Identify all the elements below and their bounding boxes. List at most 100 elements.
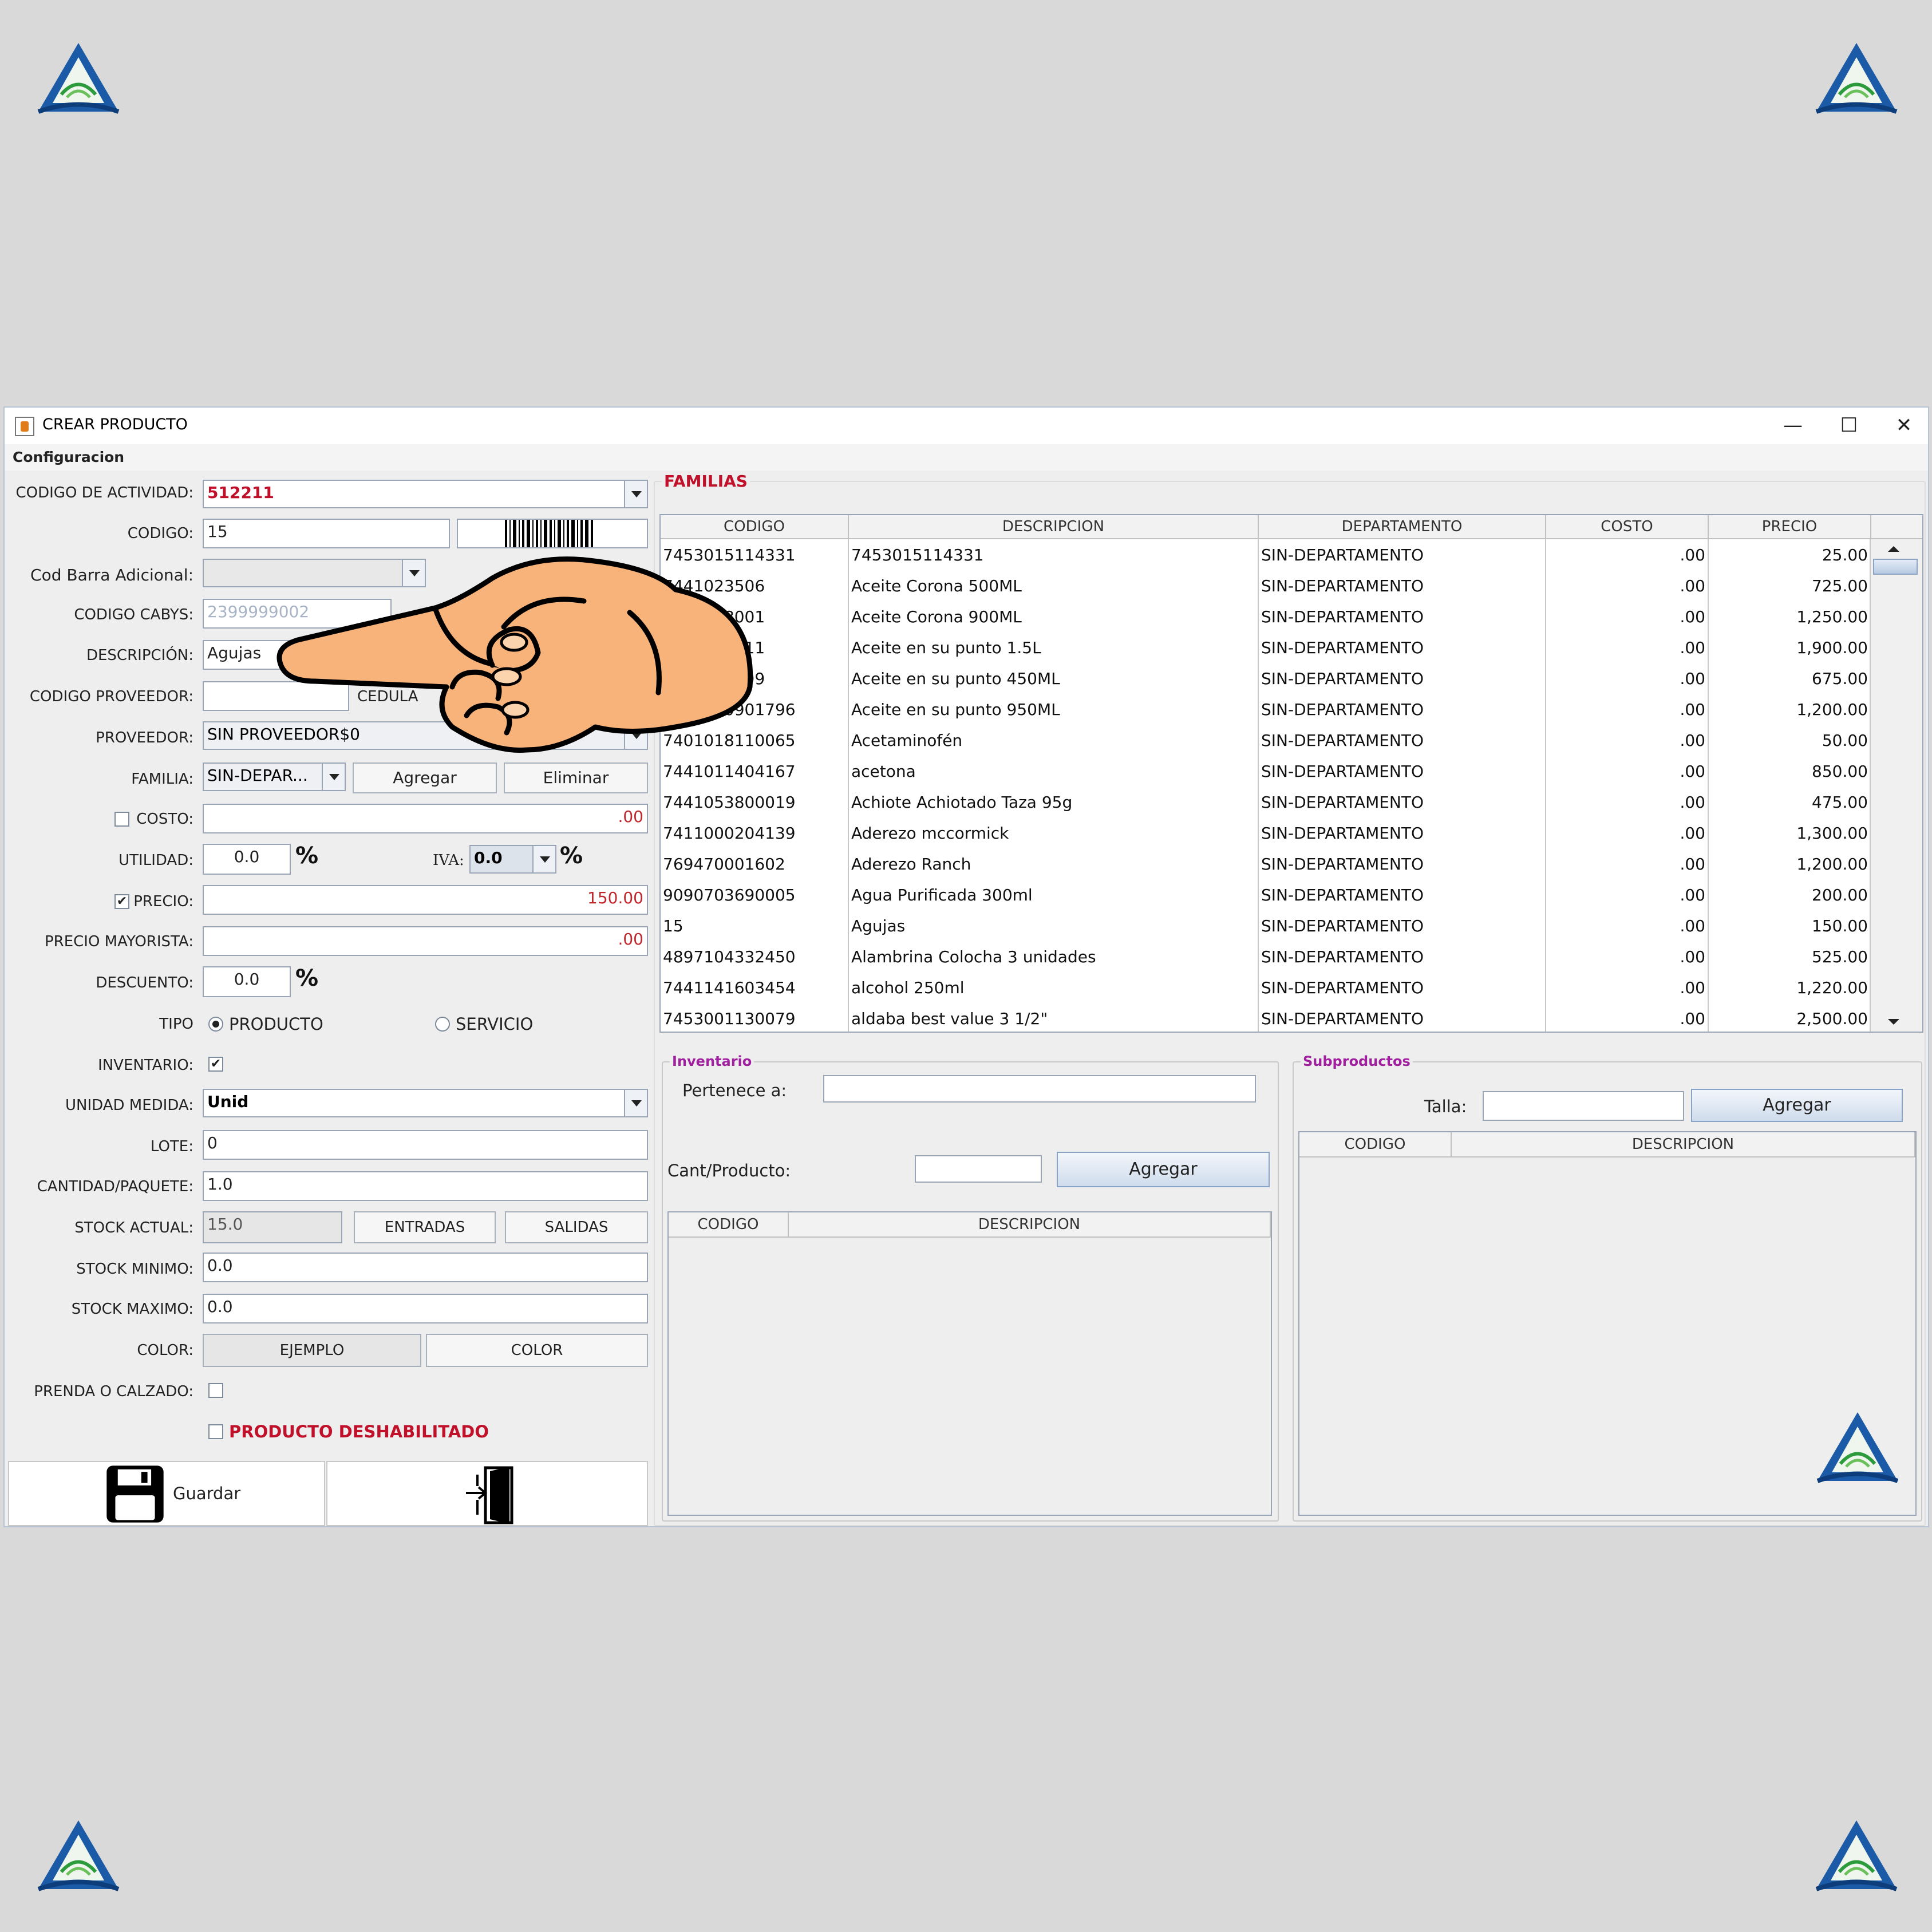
producto-radio[interactable]: [208, 1017, 223, 1032]
costo-input[interactable]: .00: [203, 804, 648, 833]
stock-maximo-input[interactable]: 0.0: [203, 1294, 648, 1323]
menu-configuracion[interactable]: Configuracion: [13, 449, 124, 465]
color-label: COLOR:: [137, 1342, 193, 1359]
cell-descripcion: Achiote Achiotado Taza 95g: [848, 787, 1259, 817]
table-row[interactable]: 7401018110065 Acetaminofén SIN-DEPARTAMENT…: [661, 725, 1922, 756]
codigo-cabys-label: CODIGO CABYS:: [74, 606, 193, 623]
table-row[interactable]: 9090703690005 Agua Purificada 300ml SIN-DE…: [661, 879, 1922, 910]
precio-mayorista-input[interactable]: .00: [203, 926, 648, 956]
cell-departamento: SIN-DEPARTAMENTO: [1258, 972, 1546, 1003]
scroll-thumb[interactable]: [1873, 559, 1918, 575]
cell-precio: 200.00: [1708, 879, 1871, 910]
costo-checkbox[interactable]: [114, 812, 129, 827]
table-row[interactable]: 7453015114331 7453015114331 SIN-DEPARTAMEN…: [661, 539, 1922, 570]
chevron-down-icon[interactable]: [322, 764, 345, 790]
cell-departamento: SIN-DEPARTAMENTO: [1258, 694, 1546, 725]
subproductos-agregar-button[interactable]: Agregar: [1691, 1089, 1903, 1122]
stock-minimo-input[interactable]: 0.0: [203, 1253, 648, 1282]
codigo-actividad-label: CODIGO DE ACTIVIDAD:: [15, 484, 193, 501]
stock-minimo-label: STOCK MINIMO:: [76, 1261, 193, 1278]
producto-radio-label[interactable]: PRODUCTO: [229, 1014, 323, 1034]
codigo-actividad-select[interactable]: 512211: [203, 480, 648, 508]
utilidad-input[interactable]: 0.0: [203, 844, 291, 875]
scroll-up-icon[interactable]: [1888, 546, 1899, 552]
table-row[interactable]: 7441053800019 Achiote Achiotado Taza 95g S…: [661, 787, 1922, 817]
chevron-down-icon[interactable]: [532, 846, 555, 872]
exit-button[interactable]: [326, 1461, 648, 1526]
inventario-checkbox[interactable]: ✔: [208, 1057, 223, 1072]
table-row[interactable]: 7411000204139 Aderezo mccormick SIN-DEPART…: [661, 817, 1922, 848]
col-header-departamento[interactable]: DEPARTAMENTO: [1258, 515, 1546, 539]
table-row[interactable]: 7441141603454 alcohol 250ml SIN-DEPARTAMEN…: [661, 972, 1922, 1003]
col-header-descripcion[interactable]: DESCRIPCION: [1452, 1132, 1915, 1156]
cantidad-paquete-input[interactable]: 1.0: [203, 1171, 648, 1201]
salidas-button[interactable]: SALIDAS: [505, 1211, 648, 1243]
descuento-input[interactable]: 0.0: [203, 966, 291, 997]
cell-precio: 525.00: [1708, 941, 1871, 972]
cell-descripcion: Aderezo Ranch: [848, 848, 1259, 879]
precio-checkbox[interactable]: ✔: [114, 894, 129, 909]
iva-select[interactable]: 0.0: [469, 845, 556, 874]
inventario-table[interactable]: CODIGO DESCRIPCION: [667, 1211, 1272, 1516]
scroll-down-icon[interactable]: [1888, 1019, 1899, 1025]
cell-costo: .00: [1546, 663, 1709, 694]
familia-eliminar-button[interactable]: Eliminar: [504, 762, 648, 793]
pertenece-label: Pertenece a:: [682, 1081, 787, 1100]
cell-descripcion: Alambrina Colocha 3 unidades: [848, 941, 1259, 972]
guardar-button[interactable]: Guardar: [8, 1461, 325, 1526]
deshabilitado-checkbox[interactable]: [208, 1424, 223, 1439]
cell-departamento: SIN-DEPARTAMENTO: [1258, 725, 1546, 756]
maximize-icon[interactable]: ☐: [1826, 411, 1872, 440]
table-row[interactable]: 7441023506 Aceite Corona 500ML SIN-DEPARTA…: [661, 570, 1922, 601]
familia-agregar-button[interactable]: Agregar: [353, 762, 497, 793]
prenda-calzado-checkbox[interactable]: [208, 1383, 223, 1398]
cell-costo: .00: [1546, 1003, 1709, 1032]
familias-table[interactable]: CODIGO DESCRIPCION DEPARTAMENTO COSTO PR…: [659, 514, 1923, 1033]
close-icon[interactable]: ✕: [1881, 411, 1927, 440]
precio-input[interactable]: 150.00: [203, 885, 648, 915]
floppy-disk-icon: [106, 1465, 164, 1523]
cell-codigo: 7411000204139: [661, 817, 849, 848]
cell-descripcion: Aceite Corona 500ML: [848, 570, 1259, 601]
servicio-radio-label[interactable]: SERVICIO: [456, 1014, 533, 1034]
servicio-radio[interactable]: [435, 1017, 450, 1032]
talla-input[interactable]: [1483, 1091, 1684, 1121]
table-row[interactable]: 7441080799Aceite en su punto 450MLSIN-DE…: [661, 663, 1922, 694]
vertical-scrollbar[interactable]: [1870, 539, 1922, 1032]
pertenece-input[interactable]: [823, 1075, 1256, 1103]
cell-codigo: 7441053800019: [661, 787, 849, 817]
inventario-header-row: CODIGO DESCRIPCION: [669, 1212, 1271, 1238]
cell-codigo: 4897104332450: [661, 941, 849, 972]
color-button[interactable]: COLOR: [426, 1334, 648, 1367]
cell-codigo: 7453001130079: [661, 1003, 849, 1032]
cant-producto-input[interactable]: [915, 1155, 1042, 1183]
col-header-codigo[interactable]: CODIGO: [669, 1212, 789, 1236]
logo-icon: [37, 1820, 120, 1891]
minimize-icon[interactable]: —: [1770, 411, 1816, 440]
table-row[interactable]: 15 Agujas SIN-DEPARTAMENTO .00 150.00: [661, 910, 1922, 941]
cell-precio: 2,500.00: [1708, 1003, 1871, 1032]
table-row[interactable]: 7441028001Aceite Corona 900MLSIN-DEPARTA…: [661, 601, 1922, 632]
inventario-agregar-button[interactable]: Agregar: [1057, 1152, 1270, 1187]
table-row[interactable]: 769470001602 Aderezo Ranch SIN-DEPARTAMENT…: [661, 848, 1922, 879]
col-header-descripcion[interactable]: DESCRIPCION: [789, 1212, 1271, 1236]
table-row[interactable]: 7441080911Aceite en su punto 1.5LSIN-DEP…: [661, 632, 1922, 663]
table-row[interactable]: 7441011404167 acetona SIN-DEPARTAMENTO .00 8…: [661, 756, 1922, 787]
chevron-down-icon[interactable]: [624, 1090, 647, 1116]
col-header-codigo[interactable]: CODIGO: [661, 515, 849, 539]
table-row[interactable]: 7441080901796Aceite en su punto 950MLSIN…: [661, 694, 1922, 725]
table-row[interactable]: 7453001130079 aldaba best value 3 1/2" SIN…: [661, 1003, 1922, 1032]
barcode-icon: [505, 520, 593, 547]
cell-precio: 150.00: [1708, 910, 1871, 941]
entradas-button[interactable]: ENTRADAS: [354, 1211, 496, 1243]
cell-codigo: 15: [661, 910, 849, 941]
table-row[interactable]: 4897104332450 Alambrina Colocha 3 unidade…: [661, 941, 1922, 972]
cell-costo: .00: [1546, 941, 1709, 972]
unidad-medida-select[interactable]: Unid: [203, 1089, 648, 1117]
col-header-descripcion[interactable]: DESCRIPCION: [848, 515, 1259, 539]
col-header-precio[interactable]: PRECIO: [1708, 515, 1871, 539]
chevron-down-icon[interactable]: [624, 481, 647, 507]
col-header-costo[interactable]: COSTO: [1546, 515, 1709, 539]
lote-input[interactable]: 0: [203, 1130, 648, 1160]
col-header-codigo[interactable]: CODIGO: [1299, 1132, 1452, 1156]
